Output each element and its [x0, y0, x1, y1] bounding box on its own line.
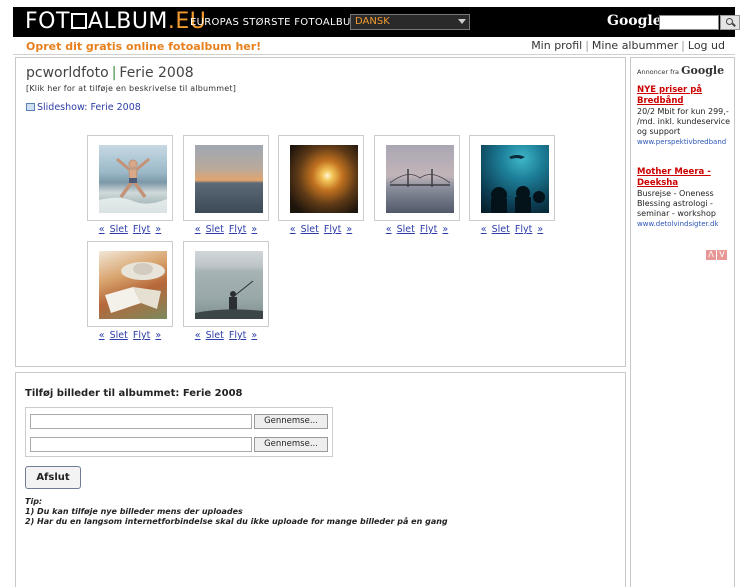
photo-aquarium — [481, 145, 549, 213]
next-link[interactable]: » — [251, 224, 257, 235]
move-link[interactable]: Flyt — [515, 224, 532, 235]
photo-thumbnail[interactable] — [469, 135, 555, 221]
site-tagline: EUROPAS STØRSTE FOTOALBUM — [190, 17, 360, 28]
ads-by-google[interactable]: Annoncer fra Google — [637, 64, 724, 77]
photo-jump-beach — [99, 145, 167, 213]
delete-link[interactable]: Slet — [397, 224, 415, 235]
thumbnail-actions: « Slet Flyt » — [183, 330, 269, 341]
move-link[interactable]: Flyt — [133, 224, 150, 235]
ad-item[interactable]: Mother Meera - Deeksha Busrejse - Onenes… — [637, 167, 733, 229]
photo-sun-clouds — [290, 145, 358, 213]
photo-thumbnail[interactable] — [87, 135, 173, 221]
delete-link[interactable]: Slet — [110, 224, 128, 235]
language-select[interactable]: DANSK — [350, 14, 470, 30]
next-link[interactable]: » — [251, 330, 257, 341]
file-path-input[interactable] — [30, 437, 252, 452]
my-albums-link[interactable]: Mine albummer — [592, 39, 678, 52]
next-link[interactable]: » — [537, 224, 543, 235]
ad-column: Annoncer fra Google NYE priser på Bredbå… — [630, 57, 735, 587]
prev-link[interactable]: « — [386, 224, 392, 235]
move-link[interactable]: Flyt — [133, 330, 150, 341]
photo-thumbnail[interactable] — [278, 135, 364, 221]
google-search-button[interactable] — [720, 15, 740, 30]
album-name: Ferie 2008 — [119, 65, 194, 81]
slideshow-icon — [26, 103, 35, 111]
chevron-down-icon — [458, 19, 466, 24]
delete-link[interactable]: Slet — [492, 224, 510, 235]
file-path-input[interactable] — [30, 414, 252, 429]
prev-link[interactable]: « — [99, 330, 105, 341]
upload-panel: Tilføj billeder til albummet: Ferie 2008… — [15, 372, 626, 587]
prev-link[interactable]: « — [481, 224, 487, 235]
photo-thumbnail[interactable] — [374, 135, 460, 221]
photo-sunset-sea — [195, 145, 263, 213]
thumbnail-actions: « Slet Flyt » — [469, 224, 555, 235]
next-link[interactable]: » — [155, 330, 161, 341]
upload-tip: Tip: 1) Du kan tilføje nye billeder mens… — [25, 497, 448, 526]
slideshow-link[interactable]: Slideshow: Ferie 2008 — [26, 102, 141, 113]
prev-link[interactable]: « — [290, 224, 296, 235]
photo-thumbnail[interactable] — [87, 241, 173, 327]
site-logo[interactable]: FOT ALBUM.EU — [25, 11, 206, 33]
thumbnail-actions: « Slet Flyt » — [87, 330, 173, 341]
upload-title: Tilføj billeder til albummet: Ferie 2008 — [25, 388, 243, 399]
album-panel: pcworldfoto | Ferie 2008 [Klik her for at … — [15, 57, 626, 367]
ad-item[interactable]: NYE priser på Bredbånd 20/2 Mbit for kun… — [637, 85, 733, 147]
photo-fisherman — [195, 251, 263, 319]
photo-bridge-dusk — [386, 145, 454, 213]
finish-button[interactable]: Afslut — [25, 466, 81, 489]
file-upload-row: Gennemse... — [30, 414, 328, 430]
file-upload-box: Gennemse... Gennemse... — [25, 407, 333, 457]
photo-thumbnail[interactable] — [183, 241, 269, 327]
logo-box-icon — [70, 13, 87, 29]
google-search-input[interactable] — [659, 15, 719, 30]
ad-next-button[interactable]: V — [717, 250, 727, 260]
thumbnail-actions: « Slet Flyt » — [374, 224, 460, 235]
prev-link[interactable]: « — [195, 330, 201, 341]
add-description-link[interactable]: [Klik her for at tilføje en beskrivelse … — [26, 84, 236, 93]
my-profile-link[interactable]: Min profil — [531, 39, 582, 52]
album-title: pcworldfoto | Ferie 2008 — [26, 65, 194, 81]
photo-reading-hat — [99, 251, 167, 319]
photo-thumbnail[interactable] — [183, 135, 269, 221]
delete-link[interactable]: Slet — [206, 330, 224, 341]
browse-button[interactable]: Gennemse... — [254, 414, 328, 429]
next-link[interactable]: » — [155, 224, 161, 235]
thumbnail-actions: « Slet Flyt » — [183, 224, 269, 235]
google-search-label: Google: — [607, 13, 667, 29]
thumbnail-actions: « Slet Flyt » — [87, 224, 173, 235]
move-link[interactable]: Flyt — [420, 224, 437, 235]
file-upload-row: Gennemse... — [30, 437, 328, 453]
album-user[interactable]: pcworldfoto — [26, 65, 109, 81]
prev-link[interactable]: « — [195, 224, 201, 235]
user-nav: Min profil | Mine albummer | Log ud — [531, 39, 725, 52]
move-link[interactable]: Flyt — [324, 224, 341, 235]
ad-nav: ΛV — [706, 242, 728, 261]
logout-link[interactable]: Log ud — [688, 39, 725, 52]
sub-bar: Opret dit gratis online fotoalbum her! M… — [13, 37, 735, 55]
delete-link[interactable]: Slet — [301, 224, 319, 235]
next-link[interactable]: » — [442, 224, 448, 235]
create-album-link[interactable]: Opret dit gratis online fotoalbum her! — [26, 40, 261, 53]
prev-link[interactable]: « — [99, 224, 105, 235]
move-link[interactable]: Flyt — [229, 330, 246, 341]
move-link[interactable]: Flyt — [229, 224, 246, 235]
browse-button[interactable]: Gennemse... — [254, 437, 328, 452]
top-bar: FOT ALBUM.EU EUROPAS STØRSTE FOTOALBUM DA… — [13, 7, 740, 37]
thumbnail-actions: « Slet Flyt » — [278, 224, 364, 235]
delete-link[interactable]: Slet — [206, 224, 224, 235]
delete-link[interactable]: Slet — [110, 330, 128, 341]
ad-prev-button[interactable]: Λ — [706, 250, 716, 260]
next-link[interactable]: » — [346, 224, 352, 235]
